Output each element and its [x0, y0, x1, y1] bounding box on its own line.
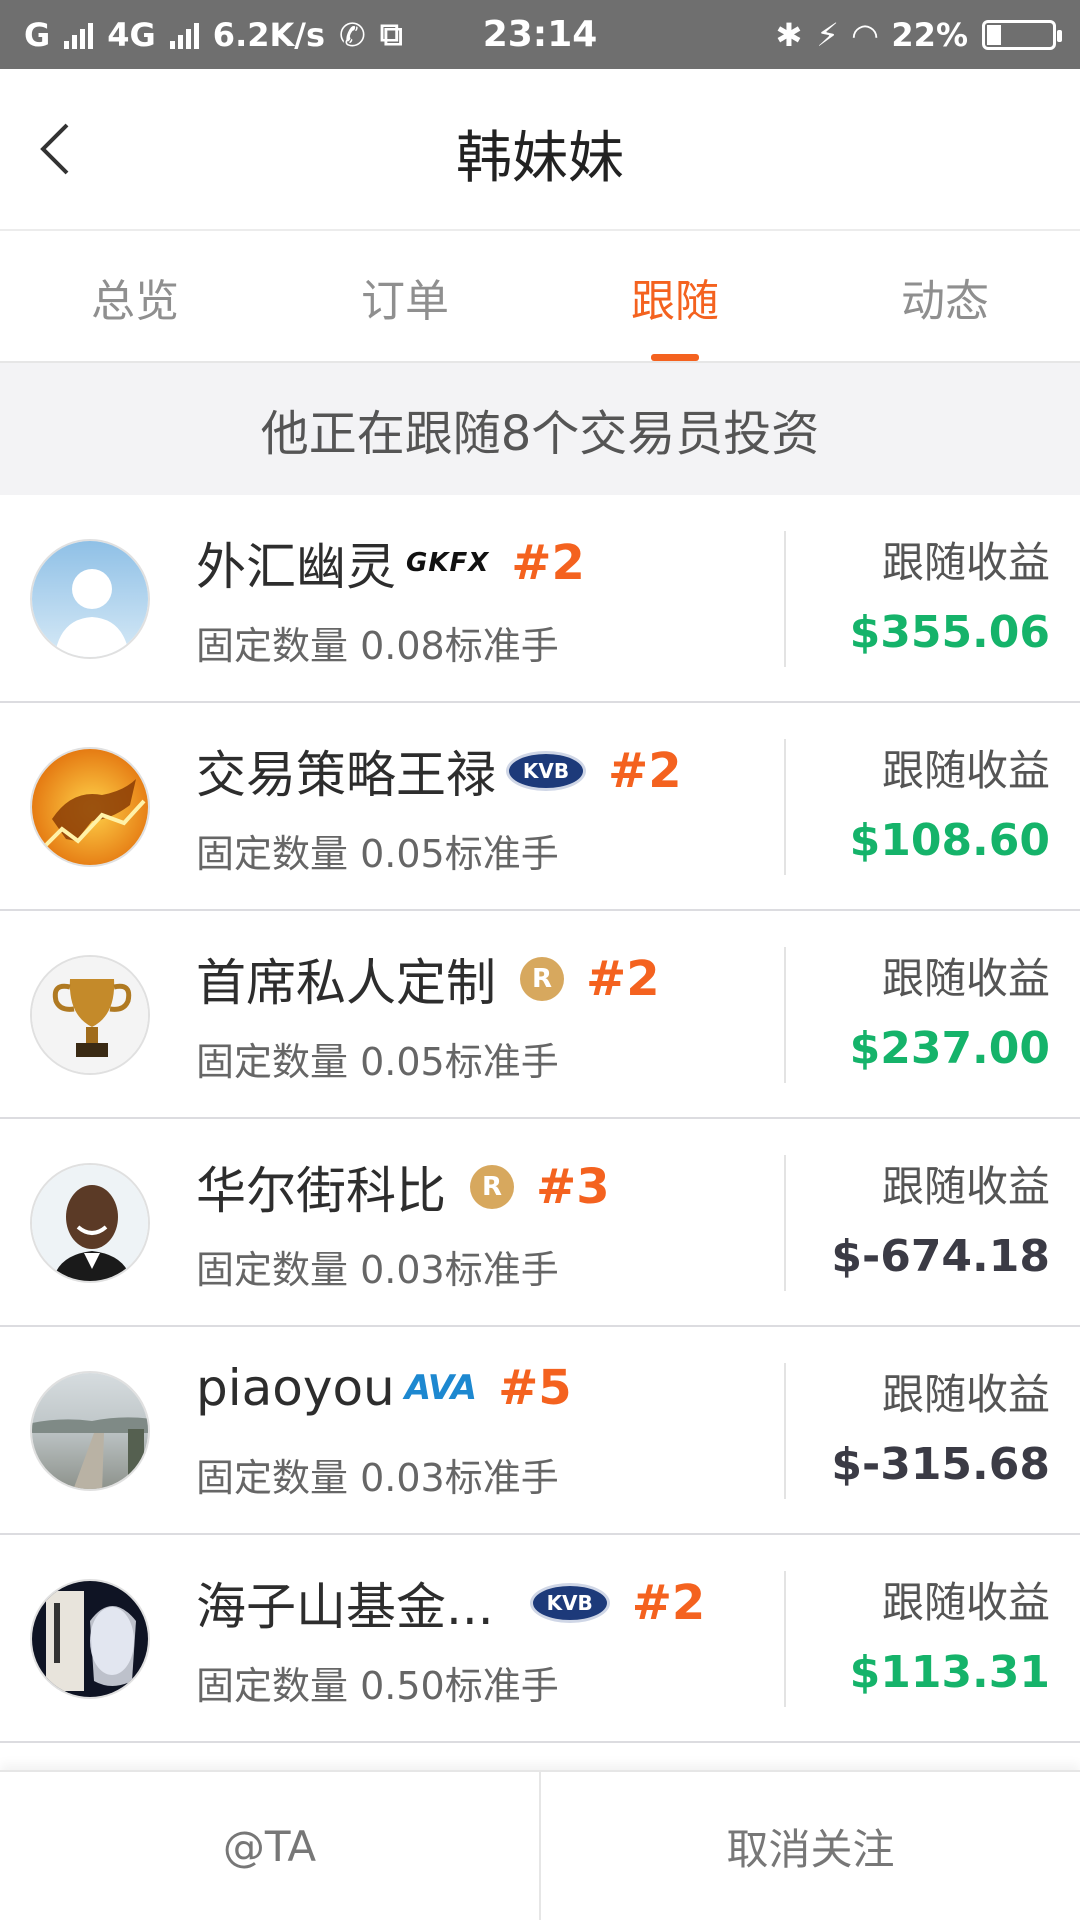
bottom-action-bar: @TA 取消关注 [0, 1770, 1080, 1920]
gkfx-logo-icon: GKFX [406, 548, 490, 578]
broker-logo-icon: R [470, 1165, 514, 1209]
trader-name-line: 交易策略王禄 KVB #2 [196, 735, 682, 807]
status-right: ✱ ⚡ ◠ 22% [775, 15, 1062, 54]
broker-logo-icon: R [520, 957, 564, 1001]
tab-following[interactable]: 跟随 [540, 231, 810, 361]
call-icon: ✆ [339, 15, 366, 54]
tab-bar: 总览 订单 跟随 动态 [0, 231, 1080, 363]
divider [784, 1155, 786, 1291]
following-summary: 他正在跟随8个交易员投资 [0, 363, 1080, 495]
divider [784, 739, 786, 875]
trader-name: 首席私人定制 [196, 954, 496, 1012]
trader-name: piaoyou [196, 1359, 395, 1417]
trader-name-line: piaoyou AVA #5 [196, 1359, 572, 1417]
profit-label: 跟随收益 [881, 1370, 1050, 1419]
follow-quantity: 固定数量 0.03标准手 [196, 1248, 559, 1292]
avatar [30, 539, 150, 659]
profit-label: 跟随收益 [881, 746, 1050, 795]
profit-value: $-315.68 [831, 1439, 1050, 1490]
tab-orders[interactable]: 订单 [270, 231, 540, 361]
battery-icon [982, 19, 1062, 50]
header: 韩妹妹 [0, 69, 1080, 231]
tab-activity[interactable]: 动态 [810, 231, 1080, 361]
wifi-icon: ◠ [852, 15, 878, 54]
trader-name-line: 外汇幽灵 GKFX #2 [196, 527, 585, 599]
signal-icon [64, 21, 94, 49]
carrier-label: G [24, 15, 51, 54]
trader-list: 外汇幽灵 GKFX #2 固定数量 0.08标准手 跟随收益 $355.06 交… [0, 495, 1080, 1743]
page-title: 韩妹妹 [456, 126, 624, 191]
trader-name: 交易策略王禄 [196, 746, 496, 804]
avatar [30, 1371, 150, 1491]
trader-row[interactable]: 华尔街科比 R #3 固定数量 0.03标准手 跟随收益 $-674.18 [0, 1119, 1080, 1327]
follow-quantity: 固定数量 0.05标准手 [196, 832, 559, 876]
profit-label: 跟随收益 [881, 954, 1050, 1003]
kvb-logo-icon: KVB [506, 751, 586, 791]
avatar [30, 1579, 150, 1699]
trader-rank: #5 [498, 1360, 572, 1416]
status-left: G 4G 6.2K/s ✆ ⧉ [24, 15, 403, 54]
divider [784, 1363, 786, 1499]
divider [784, 947, 786, 1083]
avatar [30, 1163, 150, 1283]
tab-overview[interactable]: 总览 [0, 231, 270, 361]
signal-icon [169, 21, 199, 49]
avatar [30, 955, 150, 1075]
trader-rank: #2 [511, 535, 585, 591]
trader-name: 华尔街科比 [196, 1162, 446, 1220]
profit-value: $237.00 [849, 1023, 1050, 1074]
follow-quantity: 固定数量 0.05标准手 [196, 1040, 559, 1084]
avatar [30, 747, 150, 867]
trader-rank: #2 [631, 1575, 706, 1631]
trader-row[interactable]: 海子山基金... KVB #2 固定数量 0.50标准手 跟随收益 $113.3… [0, 1535, 1080, 1743]
charging-icon: ⚡ [816, 15, 839, 54]
trader-name-line: 华尔街科比 R #3 [196, 1151, 610, 1223]
trader-name: 外汇幽灵 [196, 538, 396, 596]
screenshot-icon: ⧉ [379, 15, 403, 53]
network-speed: 6.2K/s [212, 15, 326, 54]
trader-rank: #2 [586, 951, 660, 1007]
profit-value: $113.31 [849, 1647, 1050, 1698]
divider [784, 531, 786, 667]
trader-rank: #2 [608, 743, 682, 799]
kvb-logo-icon: KVB [529, 1583, 610, 1623]
trader-row[interactable]: 首席私人定制 R #2 固定数量 0.05标准手 跟随收益 $237.00 [0, 911, 1080, 1119]
mention-button[interactable]: @TA [0, 1772, 539, 1920]
profit-label: 跟随收益 [881, 538, 1050, 587]
unfollow-button[interactable]: 取消关注 [539, 1772, 1080, 1920]
trader-row[interactable]: 交易策略王禄 KVB #2 固定数量 0.05标准手 跟随收益 $108.60 [0, 703, 1080, 911]
profit-value: $355.06 [849, 607, 1050, 658]
bluetooth-icon: ✱ [775, 15, 803, 54]
profit-label: 跟随收益 [881, 1162, 1050, 1211]
profit-label: 跟随收益 [881, 1578, 1050, 1627]
trader-name-line: 首席私人定制 R #2 [196, 943, 660, 1015]
follow-quantity: 固定数量 0.03标准手 [196, 1456, 559, 1500]
follow-quantity: 固定数量 0.08标准手 [196, 624, 559, 668]
trader-name: 海子山基金... [196, 1578, 494, 1636]
profit-value: $-674.18 [831, 1231, 1050, 1282]
profit-value: $108.60 [849, 815, 1050, 866]
trader-row[interactable]: piaoyou AVA #5 固定数量 0.03标准手 跟随收益 $-315.6… [0, 1327, 1080, 1535]
trader-rank: #3 [536, 1159, 610, 1215]
divider [784, 1571, 786, 1707]
battery-level [987, 24, 1001, 45]
trader-name-line: 海子山基金... KVB #2 [196, 1567, 705, 1639]
status-bar: G 4G 6.2K/s ✆ ⧉ 23:14 ✱ ⚡ ◠ 22% [0, 0, 1080, 69]
trader-row[interactable]: 外汇幽灵 GKFX #2 固定数量 0.08标准手 跟随收益 $355.06 [0, 495, 1080, 703]
network-type-label: 4G [107, 15, 156, 54]
battery-percent: 22% [891, 15, 968, 54]
follow-quantity: 固定数量 0.50标准手 [196, 1664, 559, 1708]
ava-logo-icon: AVA [404, 1368, 477, 1408]
